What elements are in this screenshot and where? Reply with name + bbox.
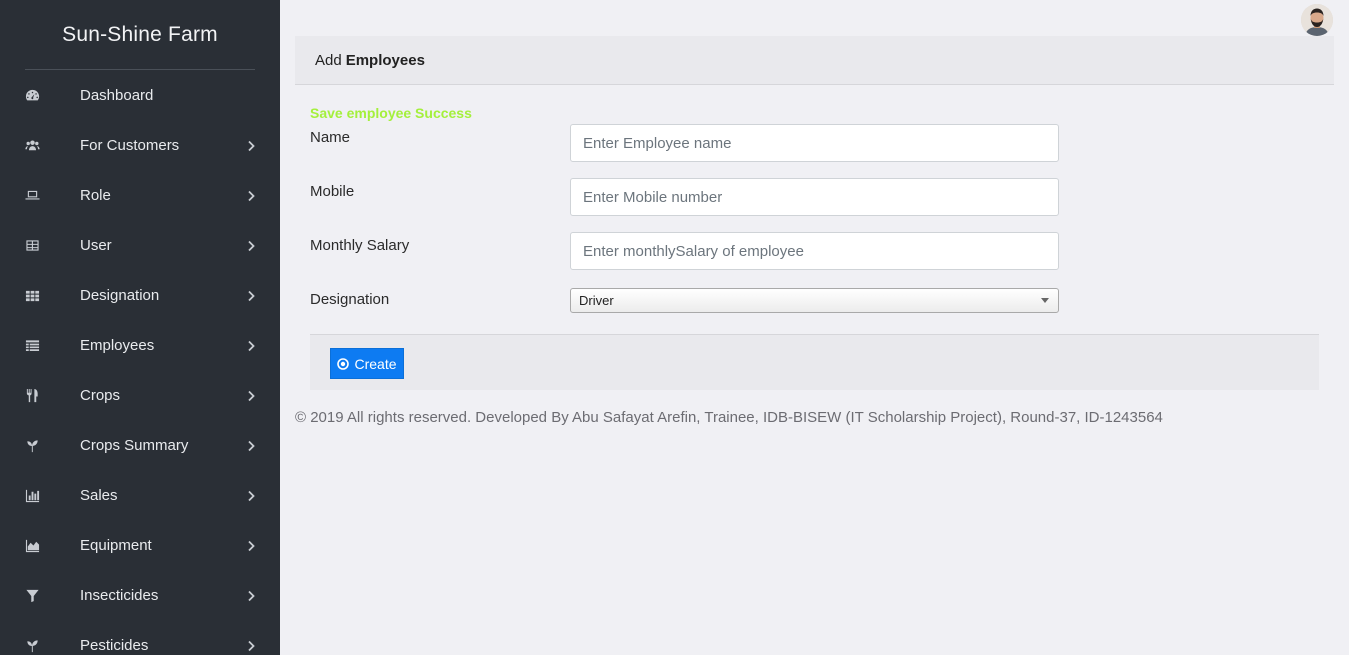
card-title-prefix: Add: [315, 51, 342, 69]
sidebar-item-role[interactable]: Role: [0, 175, 280, 215]
users-icon: [24, 137, 40, 153]
sidebar-item-crops-summary[interactable]: Crops Summary: [0, 425, 280, 465]
chevron-right-icon: [246, 539, 256, 552]
bar-chart-icon: [24, 487, 40, 503]
sidebar-item-label: Crops Summary: [80, 436, 189, 454]
sidebar-item-label: Employees: [80, 336, 155, 354]
chevron-right-icon: [246, 589, 256, 602]
designation-select[interactable]: Driver: [570, 288, 1059, 313]
list-icon: [24, 337, 40, 353]
sidebar-item-sales[interactable]: Sales: [0, 475, 280, 515]
monthly-salary-input[interactable]: [570, 232, 1059, 270]
sidebar-item-label: User: [80, 236, 112, 254]
copyright-footer: © 2019 All rights reserved. Developed By…: [295, 409, 1163, 426]
chevron-right-icon: [246, 139, 256, 152]
sidebar: Sun-Shine Farm Dashboard For Customers R…: [0, 0, 280, 655]
sidebar-item-label: Designation: [80, 286, 160, 304]
chevron-right-icon: [246, 189, 256, 202]
sidebar-item-crops[interactable]: Crops: [0, 375, 280, 415]
designation-label: Designation: [310, 291, 390, 308]
chevron-right-icon: [246, 339, 256, 352]
user-avatar-icon: [1301, 4, 1333, 36]
monthly-salary-label: Monthly Salary: [310, 237, 410, 254]
brand-title[interactable]: Sun-Shine Farm: [0, 0, 280, 69]
card-header: Add Employees: [295, 36, 1334, 85]
sidebar-item-pesticides[interactable]: Pesticides: [0, 625, 280, 655]
sidebar-item-label: Crops: [80, 386, 121, 404]
sidebar-item-equipment[interactable]: Equipment: [0, 525, 280, 565]
sidebar-item-label: Dashboard: [80, 86, 154, 104]
sidebar-item-for-customers[interactable]: For Customers: [0, 125, 280, 165]
sidebar-item-designation[interactable]: Designation: [0, 275, 280, 315]
sidebar-item-label: Insecticides: [80, 586, 159, 604]
employee-name-input[interactable]: [570, 124, 1059, 162]
sidebar-item-user[interactable]: User: [0, 225, 280, 265]
laptop-icon: [24, 187, 40, 203]
mobile-label: Mobile: [310, 183, 355, 200]
chevron-right-icon: [246, 389, 256, 402]
sidebar-item-label: Role: [80, 186, 111, 204]
sidebar-item-label: For Customers: [80, 136, 180, 154]
sidebar-item-dashboard[interactable]: Dashboard: [0, 75, 280, 115]
table-icon: [24, 237, 40, 253]
chevron-right-icon: [246, 639, 256, 652]
success-message: Save employee Success: [310, 105, 472, 121]
dropdown-arrow-icon: [1041, 298, 1049, 303]
area-chart-icon: [24, 537, 40, 553]
sidebar-item-label: Pesticides: [80, 636, 149, 654]
seedling-icon: [24, 437, 40, 453]
sidebar-item-insecticides[interactable]: Insecticides: [0, 575, 280, 615]
seedling-icon: [24, 637, 40, 653]
create-button[interactable]: Create: [330, 348, 404, 379]
card-title: Employees: [345, 51, 425, 69]
sidebar-item-label: Sales: [80, 486, 118, 504]
card-footer: Create: [310, 334, 1319, 390]
avatar[interactable]: [1301, 4, 1333, 36]
chevron-right-icon: [246, 439, 256, 452]
brand-divider: [25, 69, 255, 70]
grid-icon: [24, 287, 40, 303]
filter-icon: [24, 587, 40, 603]
utensils-icon: [24, 387, 40, 403]
mobile-input[interactable]: [570, 178, 1059, 216]
name-label: Name: [310, 129, 351, 146]
dashboard-icon: [24, 87, 40, 103]
chevron-right-icon: [246, 239, 256, 252]
create-button-label: Create: [354, 355, 397, 372]
chevron-right-icon: [246, 489, 256, 502]
chevron-right-icon: [246, 289, 256, 302]
sidebar-item-label: Equipment: [80, 536, 152, 554]
circle-dot-icon: [337, 357, 350, 370]
sidebar-item-employees[interactable]: Employees: [0, 325, 280, 365]
designation-selected-value: Driver: [579, 293, 614, 308]
